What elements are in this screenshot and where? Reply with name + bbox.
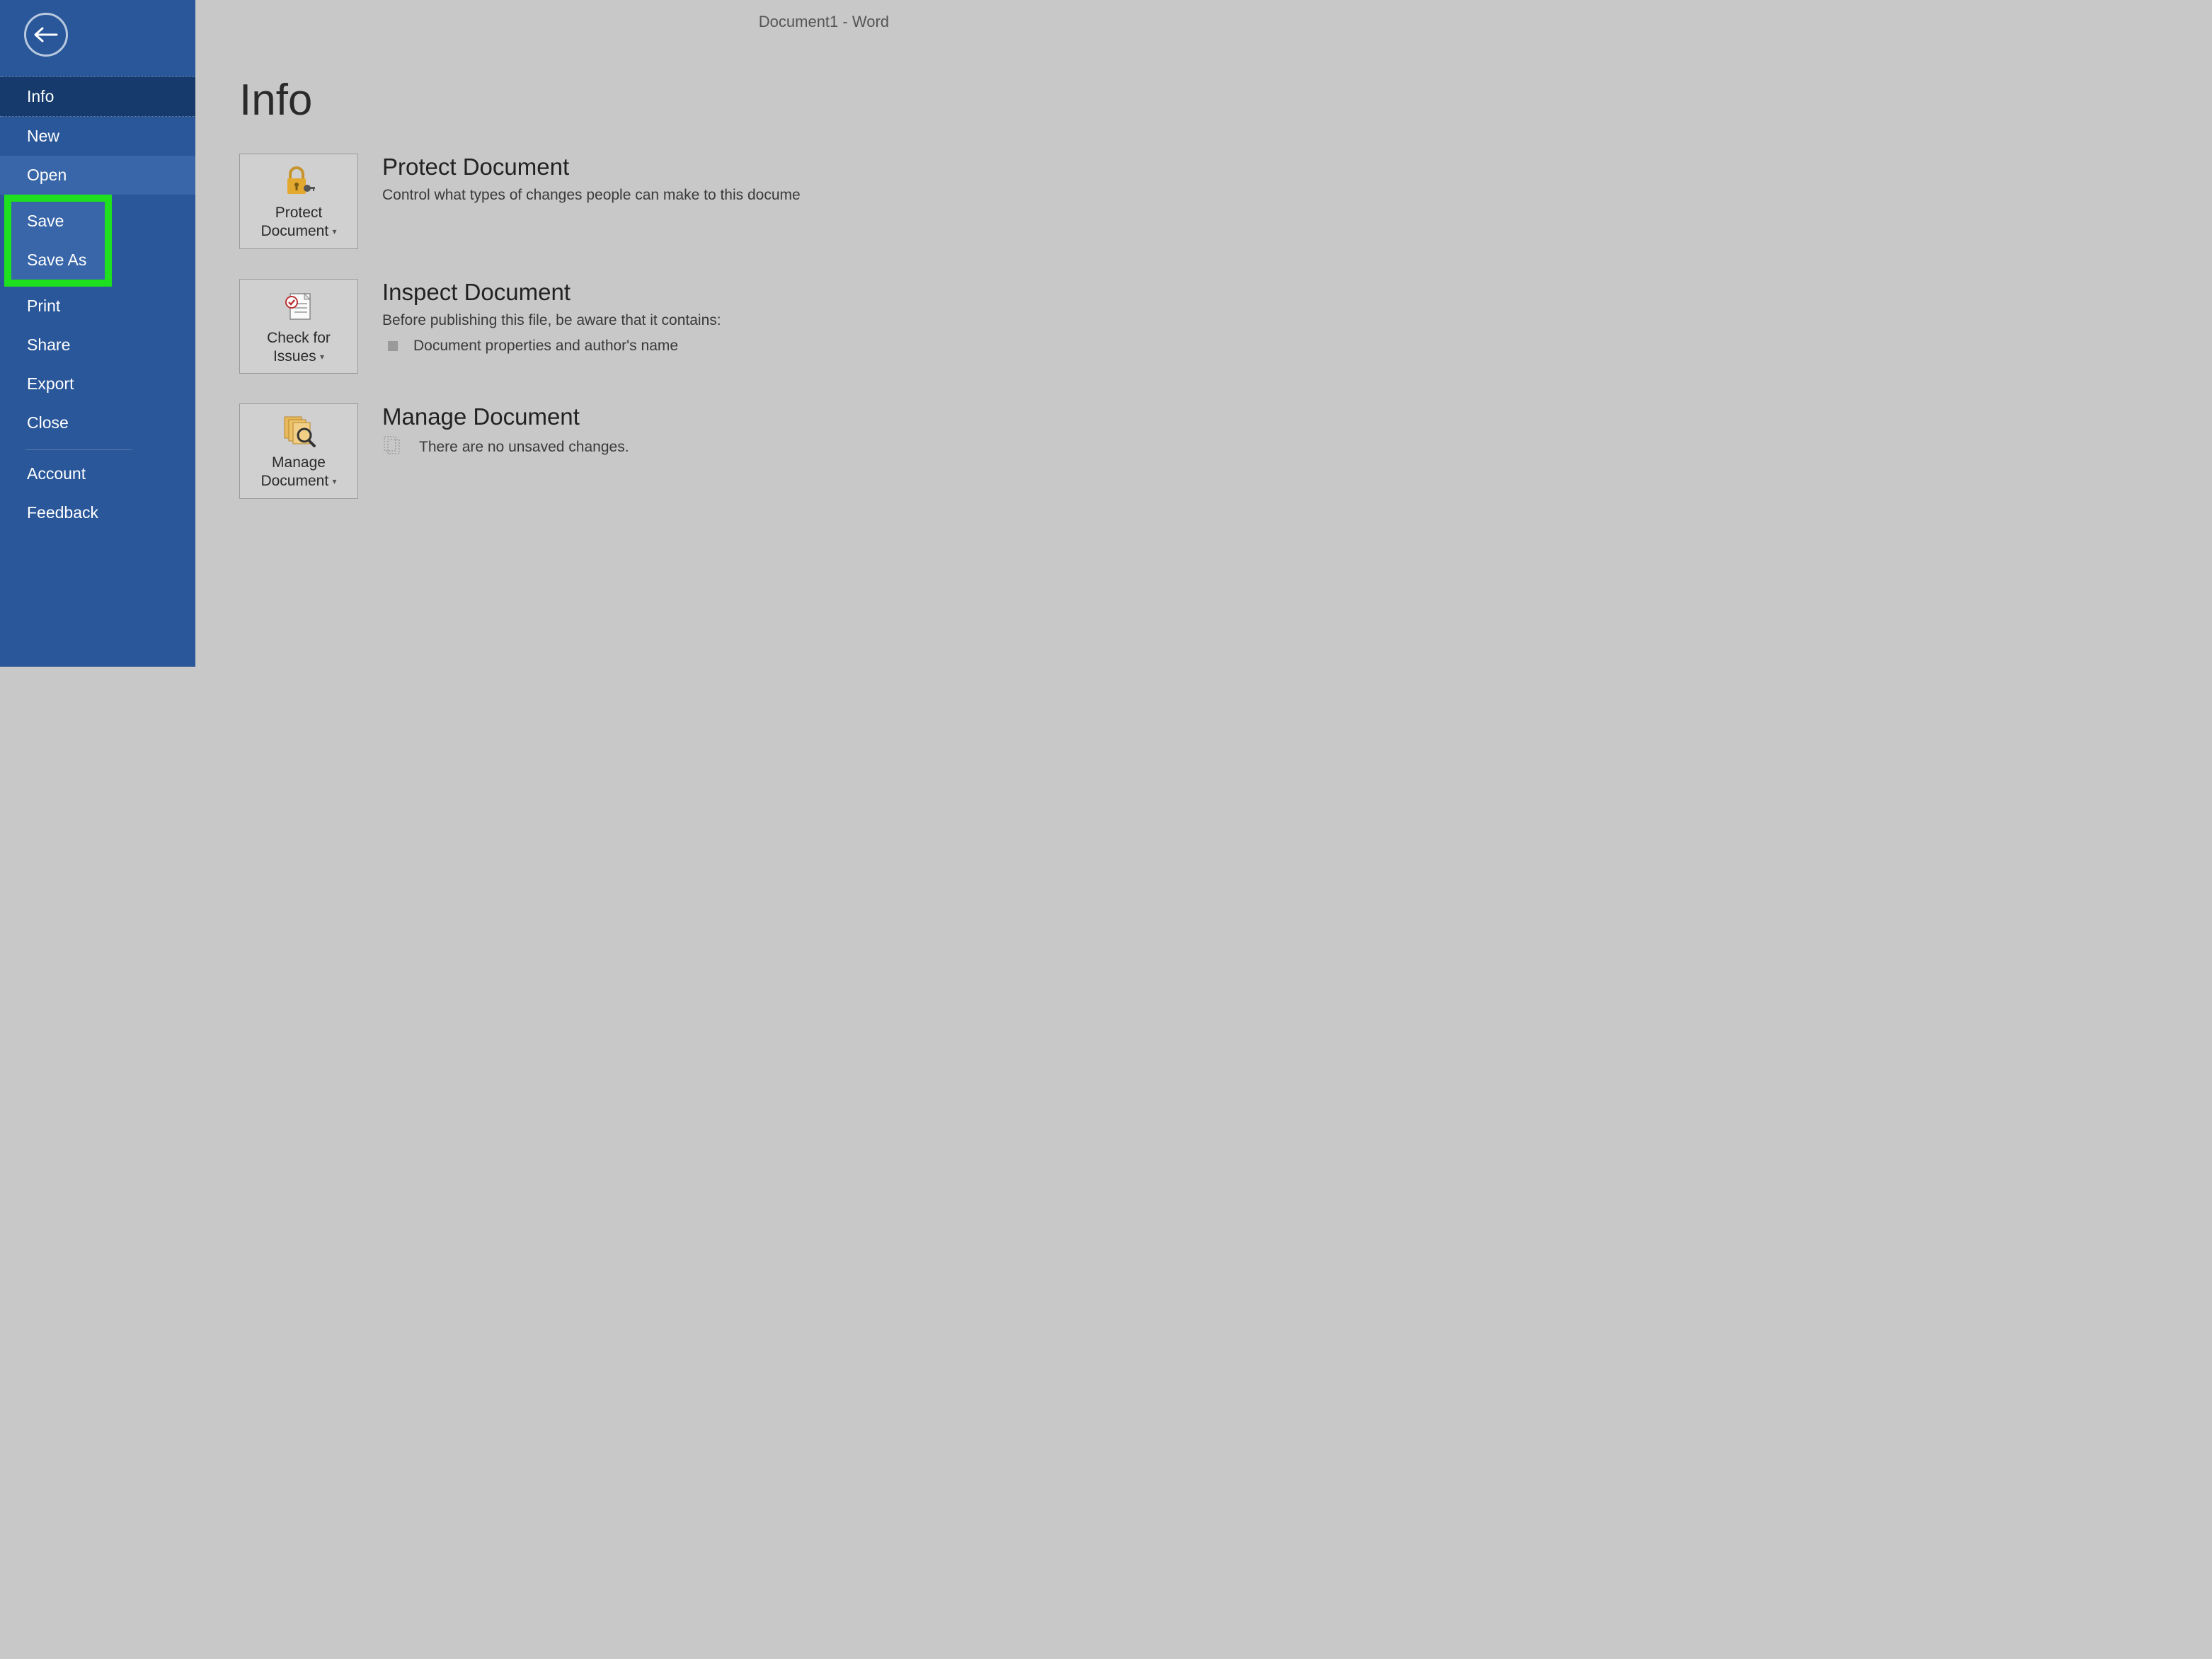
sidebar-divider — [25, 449, 132, 450]
manage-document-section: Manage Document ▾ Manage Document There … — [239, 403, 889, 499]
inspect-document-desc: Before publishing this file, be aware th… — [382, 310, 889, 331]
sidebar-item-share[interactable]: Share — [0, 326, 195, 364]
sidebar-item-account[interactable]: Account — [0, 454, 195, 493]
backstage-sidebar: Info New Open Save Save As Print Share E… — [0, 0, 195, 667]
inspect-document-section: Check for Issues ▾ Inspect Document Befo… — [239, 279, 889, 374]
inspect-document-heading: Inspect Document — [382, 279, 889, 306]
arrow-left-icon — [34, 27, 58, 42]
backstage-main: Document1 - Word Info Prot — [195, 0, 889, 667]
chevron-down-icon: ▾ — [318, 352, 324, 362]
chevron-down-icon: ▾ — [330, 476, 336, 486]
manage-document-desc: There are no unsaved changes. — [419, 439, 629, 456]
sidebar-item-info[interactable]: Info — [0, 76, 195, 117]
documents-magnifier-icon — [244, 411, 353, 451]
sidebar-item-save[interactable]: Save — [11, 202, 105, 241]
inspect-issue-item: Document properties and author's name — [382, 338, 889, 355]
protect-document-heading: Protect Document — [382, 154, 889, 180]
check-for-issues-button[interactable]: Check for Issues ▾ — [239, 279, 358, 374]
check-for-issues-label: Check for Issues ▾ — [244, 329, 353, 367]
protect-document-button[interactable]: Protect Document ▾ — [239, 154, 358, 249]
sidebar-item-print[interactable]: Print — [0, 287, 195, 326]
checklist-icon — [244, 287, 353, 326]
window-title: Document1 - Word — [195, 0, 889, 31]
back-button[interactable] — [24, 13, 68, 57]
protect-document-label: Protect Document ▾ — [244, 204, 353, 241]
manage-document-label: Manage Document ▾ — [244, 454, 353, 491]
bullet-icon — [388, 341, 398, 351]
page-title: Info — [239, 75, 889, 125]
protect-document-section: Protect Document ▾ Protect Document Cont… — [239, 154, 889, 249]
sidebar-item-open[interactable]: Open — [0, 156, 195, 195]
sidebar-item-new[interactable]: New — [0, 117, 195, 156]
sidebar-item-export[interactable]: Export — [0, 364, 195, 403]
lock-icon — [244, 161, 353, 201]
manage-document-heading: Manage Document — [382, 403, 889, 430]
chevron-down-icon: ▾ — [330, 226, 336, 236]
sidebar-item-close[interactable]: Close — [0, 403, 195, 442]
manage-document-button[interactable]: Manage Document ▾ — [239, 403, 358, 499]
sidebar-item-save-as[interactable]: Save As — [11, 241, 105, 280]
sidebar-item-feedback[interactable]: Feedback — [0, 493, 195, 532]
tutorial-highlight: Save Save As — [4, 195, 112, 287]
document-stack-icon — [382, 435, 403, 460]
protect-document-desc: Control what types of changes people can… — [382, 185, 889, 205]
